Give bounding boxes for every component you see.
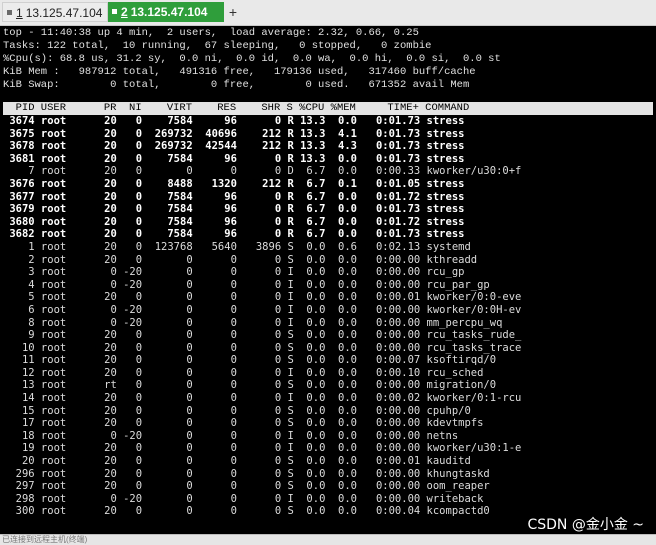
process-column-header: PID USER PR NI VIRT RES SHR S %CPU %MEM … <box>3 102 653 115</box>
process-row: 12 root 20 0 0 0 0 I 0.0 0.0 0:00.10 rcu… <box>3 366 484 379</box>
process-row: 3680 root 20 0 7584 96 0 R 6.7 0.0 0:01.… <box>3 215 465 228</box>
process-row: 3676 root 20 0 8488 1320 212 R 6.7 0.1 0… <box>3 177 465 190</box>
process-row: 3674 root 20 0 7584 96 0 R 13.3 0.0 0:01… <box>3 115 465 127</box>
process-row: 3678 root 20 0 269732 42544 212 R 13.3 4… <box>3 140 465 153</box>
process-row: 8 root 0 -20 0 0 0 I 0.0 0.0 0:00.00 mm_… <box>3 316 503 329</box>
session-tab-label: 13.125.47.104 <box>25 6 103 20</box>
session-tab-number: 1 <box>16 6 23 20</box>
process-row: 5 root 20 0 0 0 0 I 0.0 0.0 0:00.01 kwor… <box>3 291 522 304</box>
session-tab-1[interactable]: 1 13.125.47.104 <box>2 2 108 22</box>
process-row: 298 root 0 -20 0 0 0 I 0.0 0.0 0:00.00 w… <box>3 492 484 505</box>
process-row: 3679 root 20 0 7584 96 0 R 6.7 0.0 0:01.… <box>3 203 465 216</box>
process-row: 11 root 20 0 0 0 0 S 0.0 0.0 0:00.07 kso… <box>3 354 497 367</box>
session-tab-2[interactable]: 2 13.125.47.104 <box>108 2 224 22</box>
terminal-screen[interactable]: top - 11:40:38 up 4 min, 2 users, load a… <box>0 26 656 534</box>
session-tab-bar: 1 13.125.47.104 2 13.125.47.104 + <box>0 0 656 26</box>
process-list: 3674 root 20 0 7584 96 0 R 13.3 0.0 0:01… <box>3 115 653 518</box>
process-row: 3682 root 20 0 7584 96 0 R 6.7 0.0 0:01.… <box>3 228 465 241</box>
watermark: CSDN @金小金 ~ <box>527 517 644 533</box>
process-row: 3681 root 20 0 7584 96 0 R 13.3 0.0 0:01… <box>3 152 465 165</box>
process-row: 15 root 20 0 0 0 0 S 0.0 0.0 0:00.00 cpu… <box>3 404 471 417</box>
process-row: 17 root 20 0 0 0 0 S 0.0 0.0 0:00.00 kde… <box>3 417 484 430</box>
process-row: 2 root 20 0 0 0 0 S 0.0 0.0 0:00.00 kthr… <box>3 253 478 266</box>
top-summary-cpu: %Cpu(s): 68.8 us, 31.2 sy, 0.0 ni, 0.0 i… <box>3 53 501 65</box>
session-status-icon <box>7 10 12 16</box>
process-row: 13 root rt 0 0 0 0 S 0.0 0.0 0:00.00 mig… <box>3 379 497 392</box>
process-row: 297 root 20 0 0 0 0 S 0.0 0.0 0:00.00 oo… <box>3 480 490 493</box>
process-row: 3675 root 20 0 269732 40696 212 R 13.3 4… <box>3 127 465 140</box>
session-tab-label: 13.125.47.104 <box>130 5 208 19</box>
top-summary-uptime: top - 11:40:38 up 4 min, 2 users, load a… <box>3 27 419 39</box>
process-row: 19 root 20 0 0 0 0 I 0.0 0.0 0:00.00 kwo… <box>3 442 522 455</box>
process-row: 6 root 0 -20 0 0 0 I 0.0 0.0 0:00.00 kwo… <box>3 303 522 316</box>
session-tab-number: 2 <box>121 5 128 19</box>
process-row: 14 root 20 0 0 0 0 I 0.0 0.0 0:00.02 kwo… <box>3 392 522 405</box>
process-row: 296 root 20 0 0 0 0 S 0.0 0.0 0:00.00 kh… <box>3 467 490 480</box>
top-summary-swap: KiB Swap: 0 total, 0 free, 0 used. 67135… <box>3 79 470 91</box>
status-bar: 已连接到远程主机(终端) <box>0 534 656 545</box>
process-row: 18 root 0 -20 0 0 0 I 0.0 0.0 0:00.00 ne… <box>3 429 459 442</box>
process-row: 1 root 20 0 123768 5640 3896 S 0.0 0.6 0… <box>3 240 471 253</box>
top-summary-tasks: Tasks: 122 total, 10 running, 67 sleepin… <box>3 40 432 52</box>
process-row: 4 root 0 -20 0 0 0 I 0.0 0.0 0:00.00 rcu… <box>3 278 490 291</box>
process-row: 10 root 20 0 0 0 0 S 0.0 0.0 0:00.00 rcu… <box>3 341 522 354</box>
process-row: 9 root 20 0 0 0 0 S 0.0 0.0 0:00.00 rcu_… <box>3 329 522 342</box>
process-row: 3 root 0 -20 0 0 0 I 0.0 0.0 0:00.00 rcu… <box>3 266 465 279</box>
process-row: 3677 root 20 0 7584 96 0 R 6.7 0.0 0:01.… <box>3 190 465 203</box>
add-tab-button[interactable]: + <box>226 3 240 21</box>
process-row: 20 root 20 0 0 0 0 S 0.0 0.0 0:00.01 kau… <box>3 455 471 468</box>
top-summary-mem: KiB Mem : 987912 total, 491316 free, 179… <box>3 66 476 78</box>
process-row: 7 root 20 0 0 0 0 D 6.7 0.0 0:00.33 kwor… <box>3 165 522 178</box>
session-status-icon <box>112 9 117 15</box>
